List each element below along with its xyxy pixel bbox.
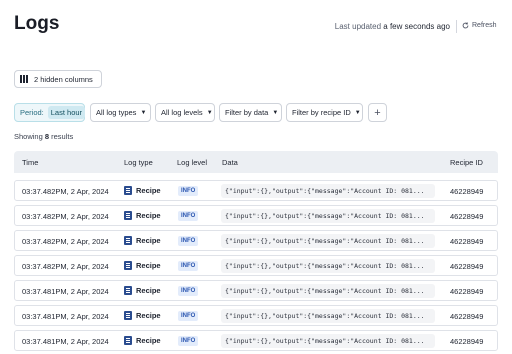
cell-log-type-label: Recipe	[136, 336, 161, 345]
cell-log-type: Recipe	[124, 186, 161, 195]
cell-data[interactable]: {"input":{},"output":{"message":"Account…	[221, 284, 435, 298]
cell-data[interactable]: {"input":{},"output":{"message":"Account…	[221, 184, 435, 198]
refresh-label: Refresh	[472, 22, 497, 29]
refresh-button[interactable]: Refresh	[462, 22, 497, 29]
cell-recipe-id[interactable]: 46228949	[450, 237, 483, 246]
cell-log-type-label: Recipe	[136, 211, 161, 220]
log-level-badge: INFO	[178, 186, 199, 196]
log-types-label: All log types	[96, 108, 137, 117]
table-row[interactable]: 03:37.481PM, 2 Apr, 2024 Recipe INFO {"inpu…	[14, 280, 498, 301]
refresh-icon	[462, 22, 469, 29]
cell-time: 03:37.481PM, 2 Apr, 2024	[22, 287, 109, 296]
recipe-icon	[124, 261, 132, 270]
results-number: 8	[44, 132, 50, 141]
column-header-log-type[interactable]: Log type	[124, 158, 153, 167]
table-row[interactable]: 03:37.482PM, 2 Apr, 2024 Recipe INFO {"inpu…	[14, 255, 498, 276]
filter-by-data[interactable]: Filter by data ▼	[219, 103, 282, 122]
log-levels-filter[interactable]: All log levels ▼	[155, 103, 215, 122]
cell-data[interactable]: {"input":{},"output":{"message":"Account…	[221, 209, 435, 223]
cell-recipe-id[interactable]: 46228949	[450, 212, 483, 221]
period-label: Period:	[20, 108, 44, 117]
table-header: Time Log type Log level Data Recipe ID	[14, 151, 498, 173]
column-header-log-level[interactable]: Log level	[177, 158, 207, 167]
cell-log-type-label: Recipe	[136, 311, 161, 320]
recipe-icon	[124, 186, 132, 195]
filter-by-recipe-label: Filter by recipe ID	[292, 108, 351, 117]
table-row[interactable]: 03:37.481PM, 2 Apr, 2024 Recipe INFO {"inpu…	[14, 305, 498, 326]
results-suffix: results	[51, 132, 74, 141]
log-levels-label: All log levels	[161, 108, 203, 117]
cell-data[interactable]: {"input":{},"output":{"message":"Account…	[221, 309, 435, 323]
filter-by-data-label: Filter by data	[225, 108, 269, 117]
recipe-icon	[124, 311, 132, 320]
table-row[interactable]: 03:37.482PM, 2 Apr, 2024 Recipe INFO {"inpu…	[14, 205, 498, 226]
recipe-icon	[124, 211, 132, 220]
column-header-data[interactable]: Data	[222, 158, 238, 167]
last-updated-prefix: Last updated	[334, 22, 382, 31]
cell-data[interactable]: {"input":{},"output":{"message":"Account…	[221, 234, 435, 248]
chevron-down-icon: ▼	[206, 109, 213, 116]
cell-recipe-id[interactable]: 46228949	[450, 312, 483, 321]
cell-time: 03:37.482PM, 2 Apr, 2024	[22, 237, 109, 246]
hidden-columns-button[interactable]: 2 hidden columns	[14, 70, 102, 88]
column-header-recipe-id[interactable]: Recipe ID	[450, 158, 483, 167]
cell-data[interactable]: {"input":{},"output":{"message":"Account…	[221, 259, 435, 273]
log-level-badge: INFO	[178, 286, 199, 296]
log-level-badge: INFO	[178, 261, 199, 271]
recipe-icon	[124, 236, 132, 245]
cell-time: 03:37.482PM, 2 Apr, 2024	[22, 212, 109, 221]
chevron-down-icon: ▼	[140, 109, 147, 116]
cell-recipe-id[interactable]: 46228949	[450, 262, 483, 271]
last-updated-value: a few seconds ago	[383, 22, 450, 31]
cell-recipe-id[interactable]: 46228949	[450, 287, 483, 296]
cell-time: 03:37.481PM, 2 Apr, 2024	[22, 312, 109, 321]
cell-time: 03:37.482PM, 2 Apr, 2024	[22, 187, 109, 196]
header-divider	[456, 20, 457, 33]
add-filter-button[interactable]: +	[368, 103, 387, 122]
cell-time: 03:37.481PM, 2 Apr, 2024	[22, 337, 109, 346]
cell-recipe-id[interactable]: 46228949	[450, 187, 483, 196]
log-level-badge: INFO	[178, 236, 199, 246]
log-types-filter[interactable]: All log types ▼	[90, 103, 151, 122]
chevron-down-icon: ▼	[354, 109, 361, 116]
cell-log-type-label: Recipe	[136, 236, 161, 245]
cell-log-type-label: Recipe	[136, 261, 161, 270]
cell-log-type: Recipe	[124, 336, 161, 345]
cell-data[interactable]: {"input":{},"output":{"message":"Account…	[221, 334, 435, 348]
results-count: Showing 8 results	[14, 132, 73, 141]
hidden-columns-label: 2 hidden columns	[34, 74, 93, 84]
log-level-badge: INFO	[178, 311, 199, 321]
cell-log-type: Recipe	[124, 311, 161, 320]
cell-log-type: Recipe	[124, 286, 161, 295]
columns-icon	[18, 71, 30, 87]
cell-log-type: Recipe	[124, 211, 161, 220]
table-row[interactable]: 03:37.482PM, 2 Apr, 2024 Recipe INFO {"inpu…	[14, 180, 498, 201]
table-row[interactable]: 03:37.482PM, 2 Apr, 2024 Recipe INFO {"inpu…	[14, 230, 498, 251]
cell-log-type: Recipe	[124, 261, 161, 270]
table-row[interactable]: 03:37.481PM, 2 Apr, 2024 Recipe INFO {"inpu…	[14, 330, 498, 351]
plus-icon: +	[374, 106, 381, 119]
column-header-time[interactable]: Time	[22, 158, 38, 167]
log-level-badge: INFO	[178, 336, 199, 346]
logs-table: Time Log type Log level Data Recipe ID 0…	[14, 151, 498, 351]
recipe-icon	[124, 286, 132, 295]
cell-recipe-id[interactable]: 46228949	[450, 337, 483, 346]
cell-time: 03:37.482PM, 2 Apr, 2024	[22, 262, 109, 271]
log-level-badge: INFO	[178, 211, 199, 221]
page-title: Logs	[14, 13, 60, 34]
chevron-down-icon: ▼	[272, 109, 279, 116]
filter-by-recipe-id[interactable]: Filter by recipe ID ▼	[286, 103, 363, 122]
cell-log-type-label: Recipe	[136, 286, 161, 295]
cell-log-type: Recipe	[124, 236, 161, 245]
cell-log-type-label: Recipe	[136, 186, 161, 195]
recipe-icon	[124, 336, 132, 345]
last-updated-text: Last updated a few seconds ago	[335, 22, 450, 31]
period-filter[interactable]: Period: Last hour	[14, 103, 86, 122]
results-prefix: Showing	[14, 132, 43, 141]
period-value: Last hour	[47, 106, 86, 119]
